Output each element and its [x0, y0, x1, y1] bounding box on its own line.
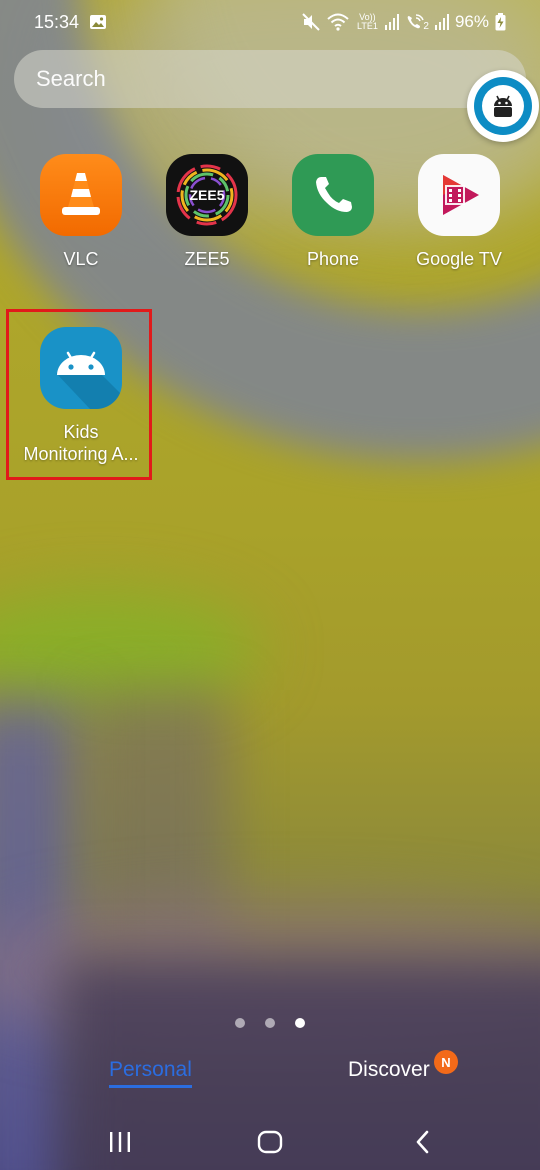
app-zee5[interactable]: ZEE5 ZEE5 — [144, 154, 270, 270]
tab-discover-label: Discover — [348, 1058, 430, 1081]
zee5-icon: ZEE5 — [166, 154, 248, 236]
volte-label: Vo)) LTE1 — [356, 12, 378, 31]
battery-charging-icon — [495, 13, 506, 31]
home-tabs: Personal Discover N — [0, 1050, 540, 1098]
home-icon — [257, 1130, 283, 1154]
floating-app-bubble[interactable] — [467, 70, 539, 142]
android-robot-icon — [482, 85, 524, 127]
status-bar: 15:34 Vo)) LTE1 2 96% — [0, 0, 540, 44]
search-placeholder: Search — [36, 66, 106, 91]
image-notification-icon — [89, 14, 107, 30]
page-dot[interactable] — [235, 1018, 245, 1028]
home-button[interactable] — [250, 1126, 290, 1158]
tab-personal[interactable]: Personal — [109, 1058, 192, 1088]
app-google-tv[interactable]: Google TV — [396, 154, 522, 270]
google-tv-icon — [418, 154, 500, 236]
app-label: VLC — [63, 249, 99, 269]
mute-icon — [301, 13, 321, 31]
tab-personal-label: Personal — [109, 1058, 192, 1081]
recent-apps-icon — [110, 1132, 130, 1152]
signal-icon — [434, 14, 449, 30]
tab-active-underline — [109, 1085, 192, 1088]
back-icon — [416, 1130, 429, 1154]
app-vlc[interactable]: VLC — [18, 154, 144, 270]
clock: 15:34 — [34, 11, 80, 32]
page-indicator[interactable] — [0, 1018, 540, 1028]
battery-percent: 96% — [454, 12, 489, 31]
search-bar[interactable]: Search — [14, 50, 526, 108]
back-button[interactable] — [403, 1126, 443, 1158]
wifi-icon — [327, 13, 350, 31]
discover-badge: N — [434, 1050, 458, 1074]
sim2-label: 2 — [423, 20, 429, 32]
svg-text:ZEE5: ZEE5 — [189, 187, 224, 203]
signal-icon — [385, 14, 400, 30]
app-label-line1: Kids — [63, 422, 99, 442]
app-label: ZEE5 — [184, 249, 230, 269]
app-label: Google TV — [416, 249, 502, 269]
app-kids-monitoring[interactable]: Kids Monitoring A... — [18, 327, 144, 465]
app-phone[interactable]: Phone — [270, 154, 396, 270]
volte-icon: Vo)) LTE1 — [355, 13, 379, 31]
tab-discover[interactable]: Discover — [348, 1058, 430, 1082]
app-label: Phone — [306, 249, 360, 269]
phone-icon — [292, 154, 374, 236]
recent-apps-button[interactable] — [100, 1126, 140, 1158]
wifi-calling-icon: 2 — [405, 13, 429, 32]
page-dot-active[interactable] — [295, 1018, 305, 1028]
bubble-ring — [474, 77, 532, 135]
android-robot-icon — [40, 327, 122, 409]
vlc-cone-icon — [40, 154, 122, 236]
navigation-bar — [0, 1112, 540, 1170]
page-dot[interactable] — [265, 1018, 275, 1028]
app-label: Kids Monitoring A... — [18, 421, 144, 465]
app-label-line2: Monitoring A... — [23, 444, 139, 464]
